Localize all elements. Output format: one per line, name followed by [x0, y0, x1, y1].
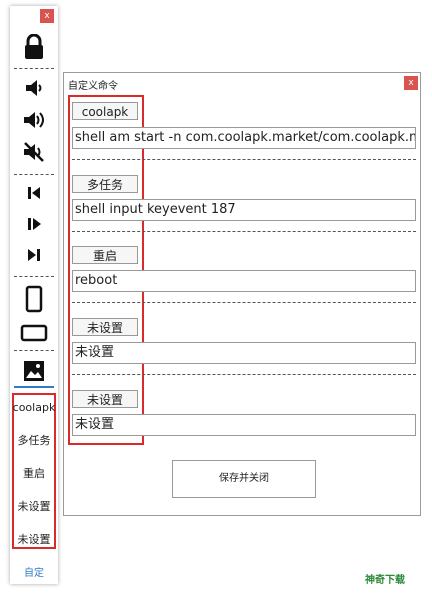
lock-icon	[25, 34, 43, 59]
row-divider	[72, 302, 416, 303]
quick-sidebar: x coolapk 多任务 重启 未设置 未设置 自定	[10, 6, 58, 584]
volume-down-icon	[26, 80, 42, 96]
image-icon	[24, 361, 44, 381]
custom-command-dialog: 自定义命令 x coolapk shell am start -n com.co…	[63, 72, 421, 516]
shortcut-multitask[interactable]: 多任务	[10, 432, 58, 448]
sidebar-divider	[14, 68, 54, 69]
dialog-close-button[interactable]: x	[404, 76, 418, 90]
command-input-1[interactable]: shell am start -n com.coolapk.market/com…	[72, 127, 416, 149]
save-and-close-button[interactable]: 保存并关闭	[172, 460, 316, 498]
dialog-title: 自定义命令	[68, 81, 118, 92]
prev-track-icon	[28, 187, 40, 199]
customize-link[interactable]: 自定	[10, 564, 58, 579]
mute-button[interactable]	[10, 138, 58, 166]
next-track-icon	[28, 249, 40, 261]
play-pause-button[interactable]	[10, 211, 58, 237]
landscape-icon	[20, 324, 48, 342]
command-name-5[interactable]: 未设置	[72, 390, 138, 408]
command-input-2[interactable]: shell input keyevent 187	[72, 199, 416, 221]
sidebar-divider	[14, 276, 54, 277]
shortcut-coolapk[interactable]: coolapk	[10, 401, 58, 414]
command-input-3[interactable]: reboot	[72, 270, 416, 292]
screenshot-button[interactable]	[10, 356, 58, 386]
command-name-3[interactable]: 重启	[72, 246, 138, 264]
prev-track-button[interactable]	[10, 180, 58, 206]
row-divider	[72, 159, 416, 160]
row-divider	[72, 231, 416, 232]
sidebar-divider	[14, 174, 54, 175]
sidebar-divider-active	[14, 386, 54, 388]
row-divider	[72, 374, 416, 375]
watermark: 神奇下载	[365, 575, 405, 586]
command-input-4[interactable]: 未设置	[72, 342, 416, 364]
command-name-2[interactable]: 多任务	[72, 175, 138, 193]
sidebar-divider	[14, 350, 54, 351]
sidebar-close-button[interactable]: x	[40, 9, 54, 23]
mute-icon	[24, 142, 44, 162]
next-track-button[interactable]	[10, 242, 58, 268]
landscape-button[interactable]	[10, 320, 58, 346]
command-input-5[interactable]: 未设置	[72, 414, 416, 436]
shortcut-unset-1[interactable]: 未设置	[10, 498, 58, 514]
lock-button[interactable]	[10, 32, 58, 62]
portrait-button[interactable]	[10, 282, 58, 316]
shortcut-reboot[interactable]: 重启	[10, 465, 58, 481]
shortcut-unset-2[interactable]: 未设置	[10, 531, 58, 547]
command-name-4[interactable]: 未设置	[72, 318, 138, 336]
play-pause-icon	[28, 218, 41, 230]
command-name-1[interactable]: coolapk	[72, 102, 138, 120]
portrait-icon	[25, 285, 43, 313]
volume-up-button[interactable]	[10, 106, 58, 134]
volume-down-button[interactable]	[10, 74, 58, 102]
volume-up-icon	[24, 112, 44, 128]
